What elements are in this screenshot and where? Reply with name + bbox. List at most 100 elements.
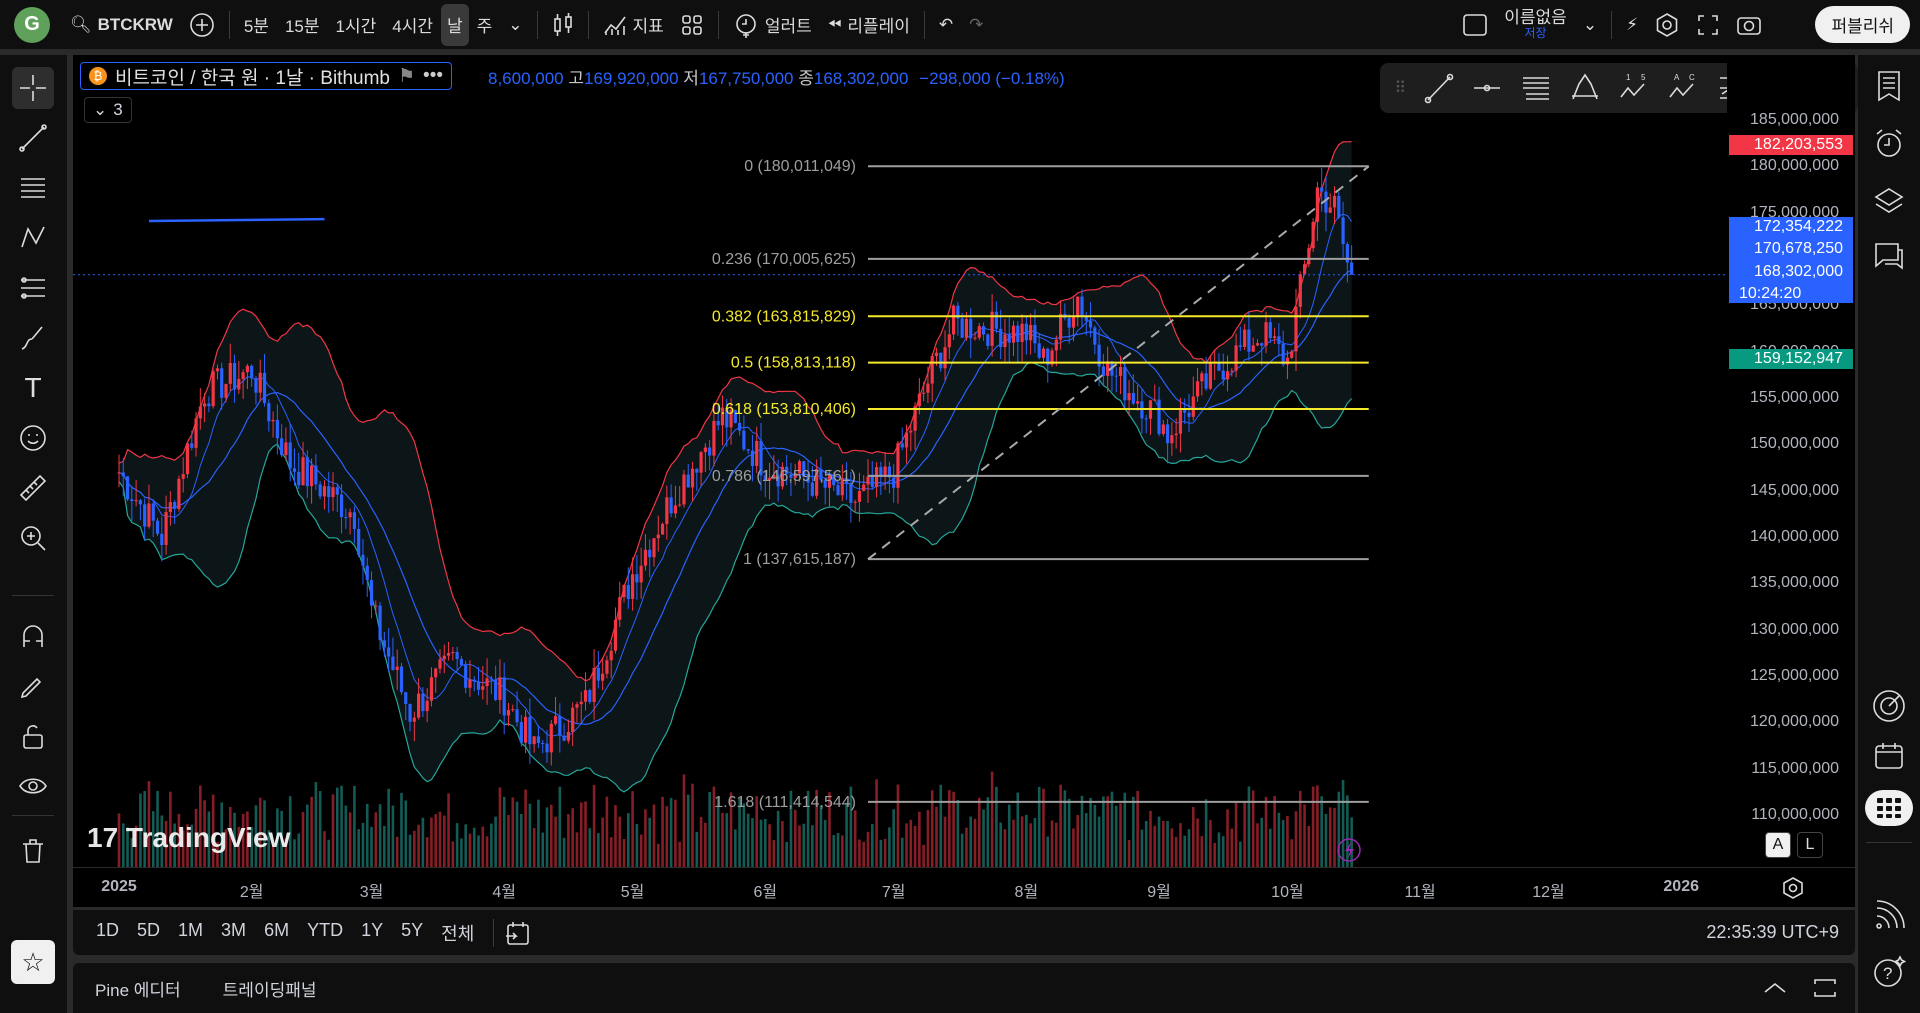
goto-date-icon[interactable] bbox=[504, 919, 532, 947]
alert-button[interactable]: 얼러트 bbox=[725, 0, 820, 49]
svg-text:5: 5 bbox=[1641, 73, 1646, 82]
candle-body bbox=[631, 574, 635, 599]
zoom-tool[interactable] bbox=[12, 517, 54, 559]
indicators-collapse-button[interactable]: ⌄ 3 bbox=[84, 97, 132, 123]
indicators-button[interactable]: 지표 bbox=[595, 0, 672, 49]
chevron-up-icon[interactable] bbox=[1761, 974, 1789, 1002]
screener-button[interactable] bbox=[1868, 685, 1910, 727]
drag-handle-icon[interactable]: ⠿ bbox=[1394, 78, 1406, 98]
price-chart[interactable]: 0 (180,011,049) 0.236 (170,005,625) 0.382 … bbox=[73, 55, 1727, 867]
trendline-tool[interactable] bbox=[12, 117, 54, 159]
chats-button[interactable] bbox=[1868, 235, 1910, 277]
layout-select-button[interactable] bbox=[1454, 0, 1496, 49]
fib-tool[interactable] bbox=[12, 167, 54, 209]
magnet-tool[interactable] bbox=[12, 615, 54, 657]
auto-scale-button[interactable]: A bbox=[1765, 832, 1791, 858]
fullscreen-button[interactable] bbox=[1688, 0, 1728, 49]
more-icon[interactable]: ••• bbox=[423, 65, 443, 87]
parallel-channel-icon[interactable] bbox=[1520, 72, 1552, 104]
replay-button[interactable]: ⏪︎ 리플레이 bbox=[820, 0, 918, 49]
tab-trading-panel[interactable]: 트레이딩패널 bbox=[223, 976, 317, 1001]
forecast-tool[interactable] bbox=[12, 267, 54, 309]
layout-dropdown[interactable]: ⌄ bbox=[1575, 0, 1605, 49]
range-button-1d[interactable]: 1D bbox=[87, 920, 128, 946]
range-button-1m[interactable]: 1M bbox=[169, 920, 212, 946]
tab-pine-editor[interactable]: Pine 에디터 bbox=[95, 976, 181, 1001]
timezone-clock[interactable]: 22:35:39 UTC+9 bbox=[1706, 922, 1839, 943]
volume-bar bbox=[1350, 817, 1353, 867]
help-button[interactable]: ? bbox=[1868, 951, 1910, 993]
horizontal-ray-icon[interactable] bbox=[1471, 72, 1503, 104]
log-scale-button[interactable]: L bbox=[1797, 832, 1823, 858]
elliott-wave-icon[interactable]: 15 bbox=[1617, 72, 1649, 104]
volume-bar bbox=[1204, 799, 1208, 867]
price-axis[interactable]: 185,000,000 180,000,000 175,000,000 165,000… bbox=[1727, 55, 1855, 867]
symbol-search[interactable]: 🔍︎ BTCKRW bbox=[62, 0, 181, 49]
user-avatar[interactable]: G bbox=[14, 6, 50, 43]
interval-15m[interactable]: 15분 bbox=[277, 0, 328, 49]
brush-tool[interactable] bbox=[12, 317, 54, 359]
measure-tool[interactable] bbox=[12, 467, 54, 509]
products-button[interactable] bbox=[1865, 790, 1913, 826]
alerts-button[interactable] bbox=[1868, 123, 1910, 165]
volume-bar bbox=[631, 791, 634, 867]
text-tool[interactable]: T bbox=[12, 367, 54, 409]
replay-label: 리플레이 bbox=[847, 17, 910, 36]
symbol-legend[interactable]: ₿ 비트코인 / 한국 원 · 1날 · Bithumb ⚑ ••• bbox=[80, 62, 453, 90]
interval-1w[interactable]: 주 bbox=[469, 0, 501, 49]
redo-button[interactable]: ↷ bbox=[961, 0, 991, 49]
remove-drawings-tool[interactable] bbox=[12, 830, 54, 872]
compare-symbol-button[interactable] bbox=[181, 0, 223, 49]
volume-bar bbox=[1239, 841, 1242, 867]
favorites-button[interactable]: ☆ bbox=[11, 940, 55, 984]
screenshot-button[interactable] bbox=[1728, 0, 1770, 49]
pattern-tool[interactable] bbox=[12, 217, 54, 259]
object-tree-button[interactable] bbox=[1868, 180, 1910, 222]
candle bbox=[1337, 191, 1341, 220]
axis-settings-button[interactable] bbox=[1781, 876, 1805, 905]
volume-bar bbox=[1084, 813, 1088, 867]
candle-body bbox=[536, 736, 541, 743]
volume-bar bbox=[1230, 828, 1234, 867]
publish-button[interactable]: 퍼블리쉬 bbox=[1815, 6, 1910, 43]
range-button-5d[interactable]: 5D bbox=[128, 920, 169, 946]
flag-icon[interactable]: ⚑ bbox=[398, 65, 415, 88]
range-button-1y[interactable]: 1Y bbox=[352, 920, 392, 946]
calendar-button[interactable] bbox=[1868, 735, 1910, 777]
lock-drawings-tool[interactable] bbox=[12, 715, 54, 757]
undo-button[interactable]: ↶ bbox=[931, 0, 961, 49]
range-button-전체[interactable]: 전체 bbox=[432, 920, 483, 946]
range-button-5y[interactable]: 5Y bbox=[392, 920, 432, 946]
interval-1d[interactable]: 날 bbox=[441, 3, 469, 46]
signals-button[interactable] bbox=[1868, 895, 1910, 937]
hide-drawings-tool[interactable] bbox=[12, 765, 54, 807]
candle bbox=[588, 688, 592, 705]
range-button-ytd[interactable]: YTD bbox=[298, 920, 352, 946]
abc-pattern-icon[interactable]: AC bbox=[1666, 72, 1698, 104]
crosshair-tool[interactable] bbox=[12, 67, 54, 109]
interval-4h[interactable]: 4시간 bbox=[384, 0, 441, 49]
layout-name-menu[interactable]: 이름없음 저장 bbox=[1496, 0, 1575, 49]
range-button-6m[interactable]: 6M bbox=[255, 920, 298, 946]
interval-1h[interactable]: 1시간 bbox=[328, 0, 385, 49]
interval-dropdown[interactable]: ⌄ bbox=[500, 0, 530, 49]
emoji-tool[interactable] bbox=[12, 417, 54, 459]
trend-line-icon[interactable] bbox=[1423, 72, 1455, 104]
settings-button[interactable] bbox=[1646, 0, 1688, 49]
templates-button[interactable] bbox=[672, 0, 712, 49]
watchlist-button[interactable] bbox=[1868, 65, 1910, 107]
interval-5m[interactable]: 5분 bbox=[236, 0, 277, 49]
candle-body bbox=[408, 703, 412, 722]
candle-body bbox=[1144, 418, 1148, 420]
volume-bar bbox=[1320, 796, 1323, 867]
time-axis[interactable]: 2025 2월 3월 4월 5월 6월 7월 8월 9월 10월 11월 12월 2026 bbox=[73, 867, 1855, 907]
time-tick-label: 7월 bbox=[881, 884, 906, 901]
chart-type-button[interactable] bbox=[544, 0, 582, 49]
pitchfork-icon[interactable] bbox=[1569, 72, 1601, 104]
price-tick-label: 150,000,000 bbox=[1750, 435, 1839, 453]
candle-body bbox=[1088, 320, 1093, 328]
range-button-3m[interactable]: 3M bbox=[212, 920, 255, 946]
maximize-panel-icon[interactable] bbox=[1811, 974, 1839, 1002]
quick-search-button[interactable]: ⚡︎ bbox=[1618, 0, 1646, 49]
stay-drawing-tool[interactable] bbox=[12, 665, 54, 707]
